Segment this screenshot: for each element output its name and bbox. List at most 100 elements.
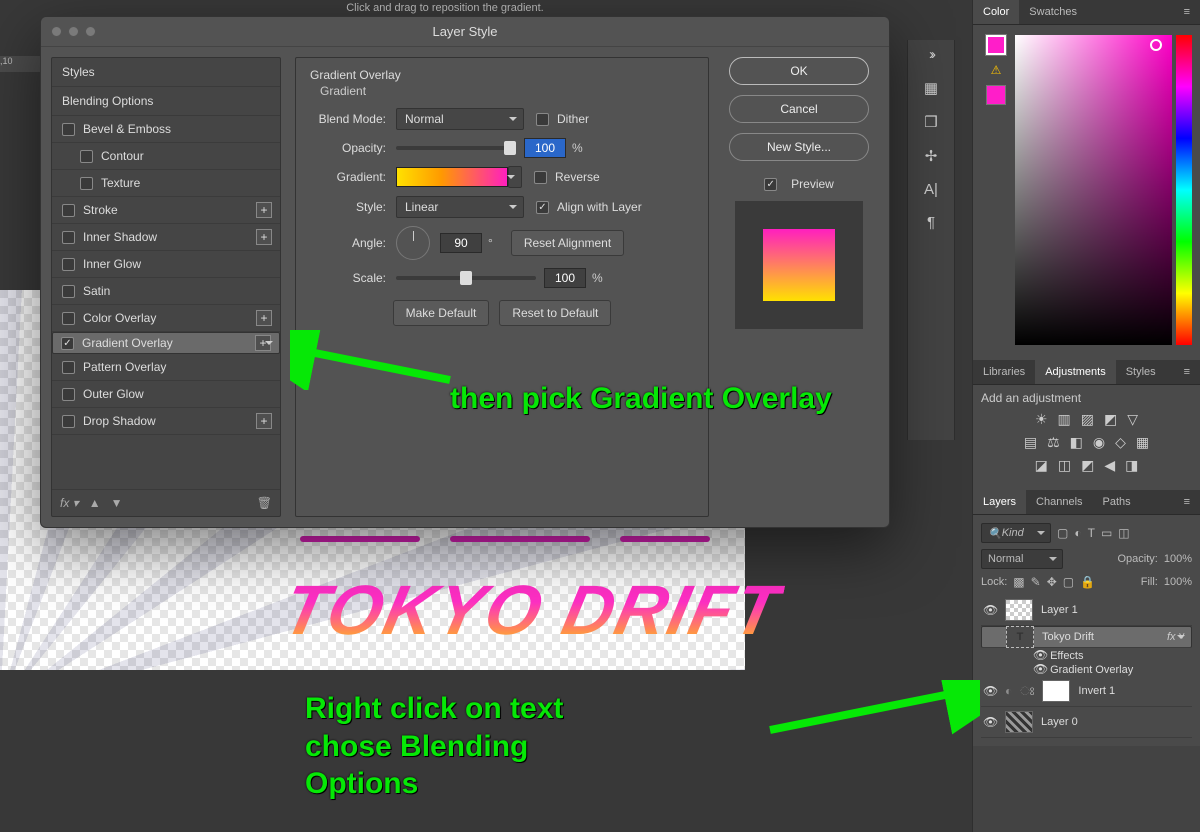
new-style-button[interactable]: New Style... [729, 133, 869, 161]
scale-slider[interactable] [396, 276, 536, 280]
layer-opacity-value[interactable]: 100% [1164, 553, 1192, 565]
dither-checkbox[interactable] [536, 113, 549, 126]
opacity-input[interactable]: 100 [524, 138, 566, 158]
checkbox[interactable] [62, 204, 75, 217]
panel-menu-icon[interactable]: ≡ [1174, 360, 1200, 384]
swatches-dock-icon[interactable]: ▦ [924, 79, 938, 97]
filter-adjust-icon[interactable]: ◐ [1074, 526, 1081, 540]
tab-channels[interactable]: Channels [1026, 490, 1092, 514]
picker-cursor[interactable] [1150, 39, 1162, 51]
tab-swatches[interactable]: Swatches [1019, 0, 1087, 24]
blending-options-header[interactable]: Blending Options [52, 87, 280, 116]
style-outer-glow[interactable]: Outer Glow [52, 381, 280, 408]
layer-thumb[interactable] [1005, 711, 1033, 733]
checkbox[interactable] [62, 231, 75, 244]
checkbox[interactable] [62, 123, 75, 136]
align-checkbox[interactable] [536, 201, 549, 214]
reset-default-button[interactable]: Reset to Default [499, 300, 611, 326]
style-drop-shadow[interactable]: Drop Shadow+ [52, 408, 280, 435]
style-stroke[interactable]: Stroke+ [52, 197, 280, 224]
link-icon[interactable]: ◐ [1005, 684, 1012, 698]
preview-checkbox[interactable] [764, 178, 777, 191]
style-satin[interactable]: Satin [52, 278, 280, 305]
layer-sub-effects[interactable]: 👁 Effects [981, 648, 1192, 662]
tab-color[interactable]: Color [973, 0, 1019, 24]
plus-icon[interactable]: + [256, 202, 272, 218]
style-bevel-emboss[interactable]: Bevel & Emboss [52, 116, 280, 143]
layer-name[interactable]: Tokyo Drift [1042, 631, 1094, 643]
reverse-checkbox[interactable] [534, 171, 547, 184]
style-color-overlay[interactable]: Color Overlay+ [52, 305, 280, 332]
layer-row[interactable]: 👁 Layer 1 [981, 595, 1192, 626]
filter-shape-icon[interactable]: ▭ [1101, 526, 1112, 540]
hue-slider[interactable] [1176, 35, 1192, 345]
bw-icon[interactable]: ◧ [1070, 434, 1083, 451]
layer-sub-gradient[interactable]: 👁 Gradient Overlay [981, 662, 1192, 676]
plus-icon[interactable]: + [256, 229, 272, 245]
opacity-slider[interactable] [396, 146, 516, 150]
style-contour[interactable]: Contour [52, 143, 280, 170]
lock-pixels-icon[interactable]: ▩ [1013, 575, 1024, 589]
background-swatch[interactable] [986, 85, 1006, 105]
hue-icon[interactable]: ▤ [1024, 434, 1037, 451]
gradient-swatch[interactable] [396, 167, 508, 187]
checkbox[interactable] [61, 337, 74, 350]
exposure-icon[interactable]: ◩ [1104, 411, 1117, 428]
character-icon[interactable]: A| [924, 181, 938, 198]
style-inner-glow[interactable]: Inner Glow [52, 251, 280, 278]
checkbox[interactable] [62, 312, 75, 325]
checkbox[interactable] [80, 150, 93, 163]
style-select[interactable]: Linear [396, 196, 524, 218]
gradient-map-icon[interactable]: ◀ [1104, 457, 1115, 474]
lock-move-icon[interactable]: ✥ [1047, 575, 1057, 589]
tab-paths[interactable]: Paths [1093, 490, 1141, 514]
checkbox[interactable] [62, 258, 75, 271]
lock-brush-icon[interactable]: ✎ [1031, 575, 1041, 589]
scale-input[interactable]: 100 [544, 268, 586, 288]
styles-header[interactable]: Styles [52, 58, 280, 87]
make-default-button[interactable]: Make Default [393, 300, 490, 326]
lookup-icon[interactable]: ▦ [1136, 434, 1149, 451]
layer-name[interactable]: Layer 0 [1041, 716, 1078, 728]
lock-artboard-icon[interactable]: ▢ [1063, 575, 1074, 589]
tab-libraries[interactable]: Libraries [973, 360, 1035, 384]
fill-value[interactable]: 100% [1164, 576, 1192, 588]
expand-icon[interactable]: ›› [929, 46, 933, 63]
move-up-icon[interactable]: ▲ [89, 496, 101, 510]
layer-row-selected[interactable]: 👁 T Tokyo Drift fx ˅ [981, 626, 1192, 648]
layer-name[interactable]: Layer 1 [1041, 604, 1078, 616]
eye-icon[interactable]: 👁 [983, 715, 997, 729]
threshold-icon[interactable]: ◩ [1081, 457, 1094, 474]
tab-layers[interactable]: Layers [973, 490, 1026, 514]
gradient-dropdown[interactable] [508, 166, 522, 188]
posterize-icon[interactable]: ◫ [1058, 457, 1071, 474]
blend-mode-select[interactable]: Normal [396, 108, 524, 130]
brightness-icon[interactable]: ☀ [1035, 411, 1048, 428]
cancel-button[interactable]: Cancel [729, 95, 869, 123]
plus-icon[interactable]: + [255, 335, 271, 351]
layer-name[interactable]: Invert 1 [1078, 685, 1115, 697]
balance-icon[interactable]: ⚖ [1047, 434, 1060, 451]
layer-row[interactable]: 👁 Layer 0 [981, 707, 1192, 738]
trash-icon[interactable]: 🗑 [257, 496, 272, 510]
filter-text-icon[interactable]: T [1088, 526, 1095, 540]
canvas-text-tokyo-drift[interactable]: TOKYO DRIFT [276, 570, 788, 650]
angle-dial[interactable] [396, 226, 430, 260]
tab-adjustments[interactable]: Adjustments [1035, 360, 1116, 384]
eye-icon[interactable]: 👁 [983, 684, 997, 698]
checkbox[interactable] [62, 361, 75, 374]
paragraph-icon[interactable]: ¶ [927, 214, 935, 231]
vibrance-icon[interactable]: ▽ [1127, 411, 1138, 428]
layer-mask-thumb[interactable] [1042, 680, 1070, 702]
checkbox[interactable] [62, 285, 75, 298]
foreground-swatch[interactable] [986, 35, 1006, 55]
angle-input[interactable]: 90 [440, 233, 482, 253]
layer-filter-kind[interactable]: 🔍Kind [981, 523, 1051, 543]
invert-icon[interactable]: ◪ [1035, 457, 1048, 474]
panel-menu-icon[interactable]: ≡ [1174, 0, 1200, 24]
plus-icon[interactable]: + [256, 413, 272, 429]
warning-icon[interactable]: ⚠ [991, 63, 1002, 77]
curves-icon[interactable]: ▨ [1081, 411, 1094, 428]
levels-icon[interactable]: ▥ [1058, 411, 1071, 428]
fx-icon[interactable]: fx ▾ [60, 496, 79, 510]
